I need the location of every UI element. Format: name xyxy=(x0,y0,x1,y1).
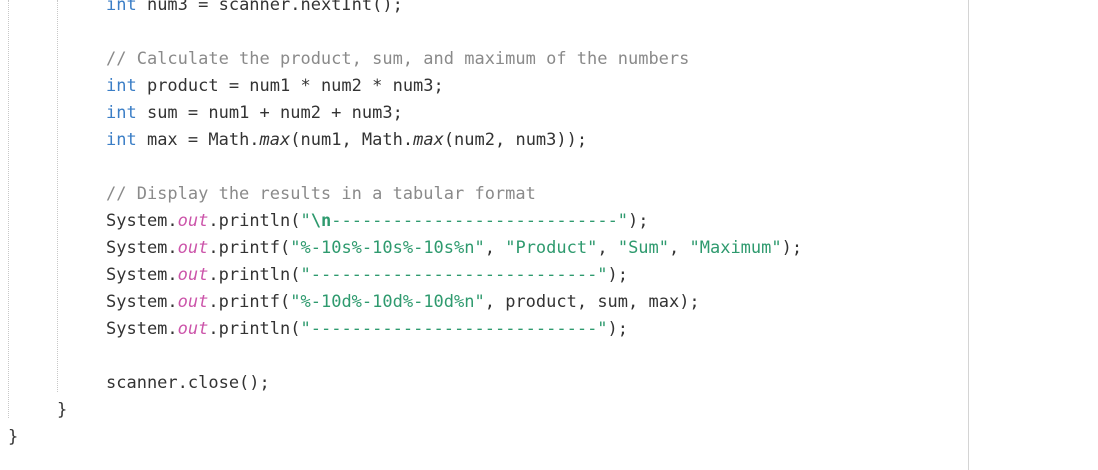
code-token: int xyxy=(106,0,137,15)
code-token: (num2, num3)); xyxy=(443,130,588,150)
code-token: out xyxy=(177,211,209,231)
code-token: out xyxy=(177,265,209,285)
line-close-method[interactable]: } xyxy=(57,400,67,420)
code-token: product = num1 * num2 * num3; xyxy=(136,76,444,96)
code-token: .printf( xyxy=(208,238,291,258)
indent-guide-method xyxy=(57,0,58,392)
code-token: "Product" xyxy=(505,238,598,258)
code-token: "%-10d%-10d%-10d%n" xyxy=(290,292,485,312)
line-println-2[interactable]: System.out.println("--------------------… xyxy=(106,265,628,285)
code-token: , product, sum, max); xyxy=(484,292,700,312)
code-token: scanner.close(); xyxy=(106,373,270,393)
code-token: "----------------------------" xyxy=(300,319,608,339)
code-token: ); xyxy=(781,238,803,258)
code-token: .println( xyxy=(208,319,301,339)
code-token: out xyxy=(177,292,209,312)
line-close-class[interactable]: } xyxy=(8,427,18,447)
code-token: , xyxy=(669,238,690,258)
code-token: System. xyxy=(106,238,178,258)
code-token: ----------------------------" xyxy=(331,211,629,231)
code-token: (num1, Math. xyxy=(290,130,414,150)
code-token: ); xyxy=(607,265,629,285)
code-token: max xyxy=(413,130,444,150)
line-sum[interactable]: int sum = num1 + num2 + num3; xyxy=(106,103,403,123)
code-token: } xyxy=(8,427,19,447)
code-editor[interactable]: int num3 = scanner.nextInt(); // Calculat… xyxy=(0,0,1098,470)
code-token: int xyxy=(106,130,137,150)
code-token: " xyxy=(300,211,311,231)
code-token: int xyxy=(106,76,137,96)
code-token: System. xyxy=(106,211,178,231)
code-token: } xyxy=(57,400,68,420)
code-token: "----------------------------" xyxy=(300,265,608,285)
line-printf-values[interactable]: System.out.printf("%-10d%-10d%-10d%n", p… xyxy=(106,292,700,312)
code-token: System. xyxy=(106,319,178,339)
line-num3[interactable]: int num3 = scanner.nextInt(); xyxy=(106,0,403,15)
code-token: out xyxy=(177,319,209,339)
code-token: .println( xyxy=(208,211,301,231)
print-margin-line xyxy=(968,0,969,470)
code-token: .println( xyxy=(208,265,301,285)
code-token: int xyxy=(106,103,137,123)
code-token: System. xyxy=(106,292,178,312)
code-token: "Sum" xyxy=(617,238,670,258)
code-token: sum = num1 + num2 + num3; xyxy=(136,103,403,123)
code-token: max = Math. xyxy=(136,130,260,150)
line-println-1[interactable]: System.out.println("\n------------------… xyxy=(106,211,649,231)
code-token: out xyxy=(177,238,209,258)
code-token: .printf( xyxy=(208,292,291,312)
code-token: "Maximum" xyxy=(689,238,782,258)
code-token: "%-10s%-10s%-10s%n" xyxy=(290,238,485,258)
line-comment-display[interactable]: // Display the results in a tabular form… xyxy=(106,184,536,204)
code-token: , xyxy=(597,238,618,258)
code-token: System. xyxy=(106,265,178,285)
code-token: // Calculate the product, sum, and maxim… xyxy=(106,49,690,69)
line-max[interactable]: int max = Math.max(num1, Math.max(num2, … xyxy=(106,130,587,150)
code-token: num3 = scanner.nextInt(); xyxy=(136,0,403,15)
line-println-3[interactable]: System.out.println("--------------------… xyxy=(106,319,628,339)
code-token: max xyxy=(259,130,291,150)
code-token: ); xyxy=(628,211,649,231)
code-token: \n xyxy=(310,211,332,231)
line-comment-calc[interactable]: // Calculate the product, sum, and maxim… xyxy=(106,49,689,69)
line-scanner-close[interactable]: scanner.close(); xyxy=(106,373,270,393)
line-printf-header[interactable]: System.out.printf("%-10s%-10s%-10s%n", "… xyxy=(106,238,802,258)
code-token: ); xyxy=(607,319,629,339)
line-product[interactable]: int product = num1 * num2 * num3; xyxy=(106,76,444,96)
code-token: , xyxy=(484,238,506,258)
indent-guide-class xyxy=(8,0,9,418)
code-token: // Display the results in a tabular form… xyxy=(106,184,536,204)
